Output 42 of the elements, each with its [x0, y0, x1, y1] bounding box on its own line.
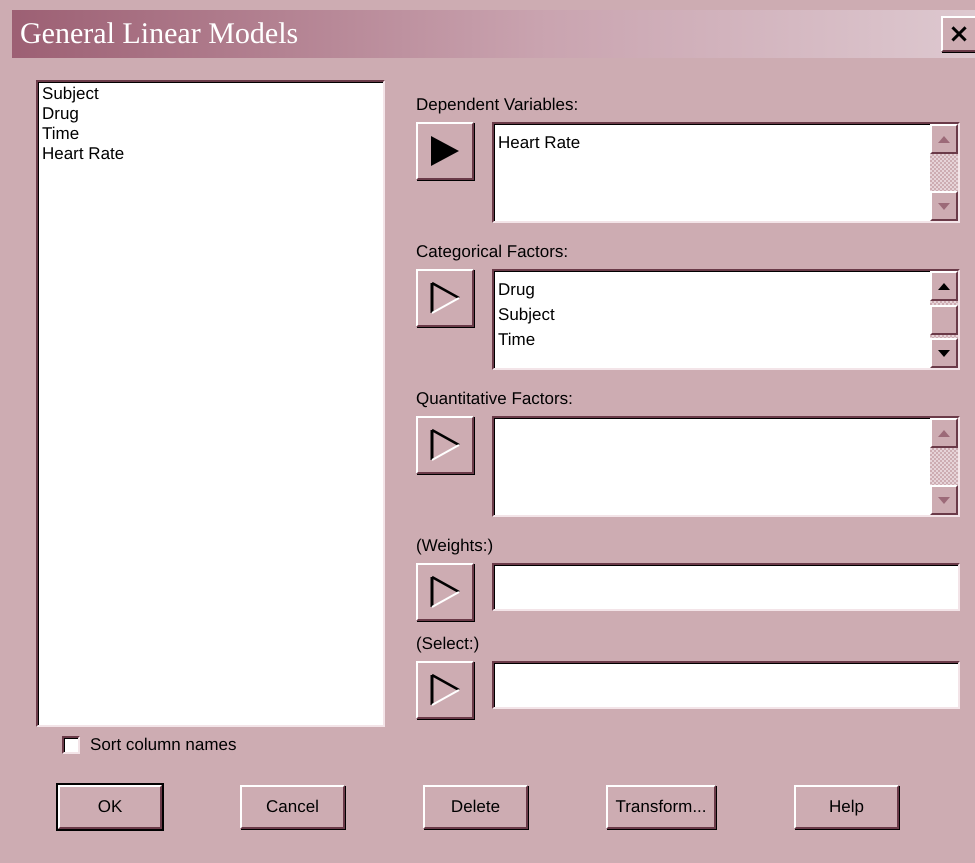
add-arrow-button[interactable]	[416, 661, 474, 719]
list-field[interactable]	[492, 416, 960, 517]
scroll-up-icon	[938, 430, 950, 436]
checkbox[interactable]	[62, 736, 80, 754]
field-label: Quantitative Factors:	[416, 388, 574, 410]
add-arrow-button[interactable]	[416, 269, 474, 327]
dialog-button[interactable]: OK	[58, 785, 162, 829]
scroll-up-icon	[938, 136, 950, 142]
list-field[interactable]: Heart Rate	[492, 122, 960, 223]
add-arrow-button[interactable]	[416, 563, 474, 621]
scroll-down-icon	[938, 202, 950, 210]
dialog-button[interactable]: Transform...	[606, 785, 716, 829]
list-item[interactable]: Subject	[498, 302, 926, 327]
scroll-down-icon	[938, 350, 950, 356]
dialog-button[interactable]: Help	[794, 785, 899, 829]
checkbox-label: Sort column names	[90, 735, 236, 755]
list-item[interactable]: Heart Rate	[498, 130, 926, 155]
dialog-button[interactable]: Delete	[423, 785, 528, 829]
scroll-up-icon	[938, 282, 950, 290]
add-arrow-button[interactable]	[416, 416, 474, 474]
field-label: Dependent Variables:	[416, 94, 580, 116]
close-button[interactable]: ×	[941, 16, 975, 52]
scroll-down-icon	[938, 496, 950, 504]
list-item[interactable]: Drug	[42, 104, 379, 124]
scrollbar[interactable]	[930, 418, 958, 515]
window-title: General Linear Models	[20, 17, 298, 51]
add-arrow-button[interactable]	[416, 122, 474, 180]
list-item[interactable]: Time	[42, 124, 379, 144]
list-item[interactable]: Heart Rate	[42, 144, 379, 164]
input-field[interactable]	[492, 661, 960, 709]
list-item[interactable]: Subject	[42, 84, 379, 104]
scrollbar[interactable]	[930, 124, 958, 221]
field-label: (Select:)	[416, 633, 480, 655]
field-label: Categorical Factors:	[416, 241, 570, 263]
scrollbar[interactable]	[930, 271, 958, 368]
list-item[interactable]: Time	[498, 327, 926, 352]
list-item[interactable]: Drug	[498, 277, 926, 302]
input-field[interactable]	[492, 563, 960, 611]
variable-list[interactable]: Subject Drug Time Heart Rate	[36, 80, 385, 727]
dialog-button[interactable]: Cancel	[240, 785, 345, 829]
field-label: (Weights:)	[416, 535, 494, 557]
list-field[interactable]: Drug Subject Time	[492, 269, 960, 370]
